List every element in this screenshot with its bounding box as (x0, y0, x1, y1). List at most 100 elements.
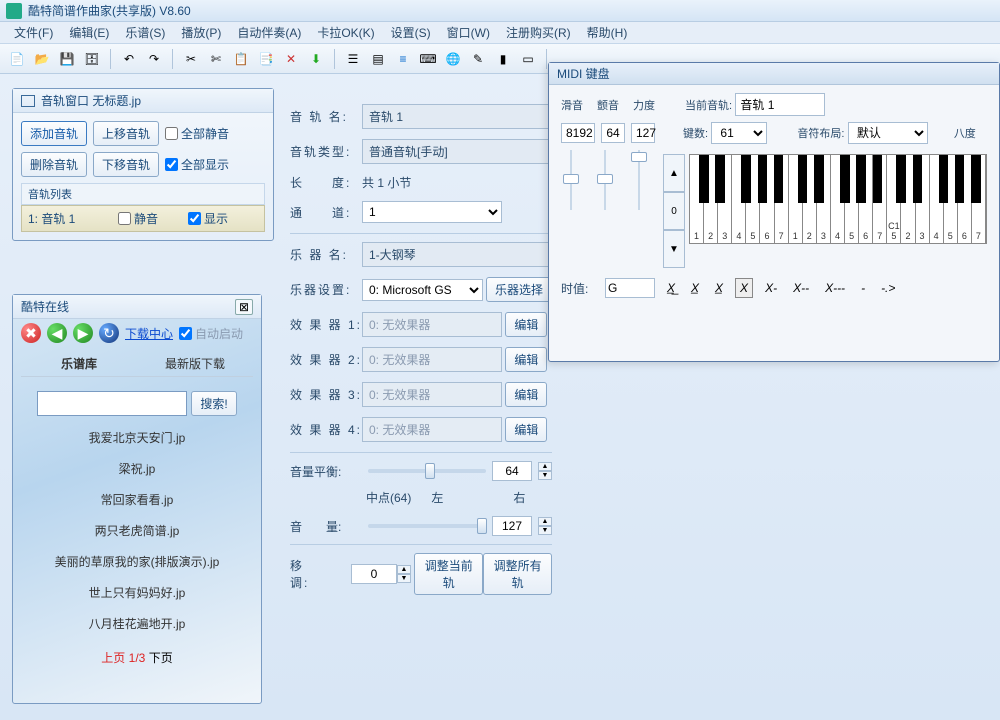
globe-icon[interactable]: 🌐 (442, 48, 464, 70)
undo-icon[interactable]: ↶ (118, 48, 140, 70)
doc-icon[interactable]: ▤ (367, 48, 389, 70)
volume-slider[interactable] (368, 524, 486, 528)
black-key[interactable] (840, 155, 849, 203)
back-icon[interactable]: ◀ (47, 323, 67, 343)
volume-down[interactable]: ▼ (538, 526, 552, 535)
menu-window[interactable]: 窗口(W) (439, 24, 498, 41)
glide-slider[interactable] (561, 150, 581, 210)
cut-icon[interactable]: ✂ (180, 48, 202, 70)
instrument-device-select[interactable]: 0: Microsoft GS (362, 279, 483, 301)
search-button[interactable]: 搜索! (191, 391, 236, 416)
black-key[interactable] (798, 155, 807, 203)
list-item[interactable]: 美丽的草原我的家(排版演示).jp (13, 546, 261, 577)
piano-keyboard[interactable]: 12345671234567C1 5234567 (689, 154, 987, 244)
layout-select[interactable]: 默认 (848, 122, 928, 144)
list-item[interactable]: 常回家看看.jp (13, 484, 261, 515)
delete-track-button[interactable]: 删除音轨 (21, 152, 87, 177)
fx4-edit-button[interactable]: 编辑 (505, 417, 547, 442)
adjust-all-button[interactable]: 调整所有轨 (483, 553, 552, 595)
black-key[interactable] (814, 155, 823, 203)
color-icon[interactable]: ▮ (492, 48, 514, 70)
black-key[interactable] (939, 155, 948, 203)
duration-button[interactable]: -.> (877, 279, 899, 297)
adjust-current-button[interactable]: 调整当前轨 (414, 553, 483, 595)
black-key[interactable] (741, 155, 750, 203)
menu-help[interactable]: 帮助(H) (579, 24, 636, 41)
list-item[interactable]: 八月桂花遍地开.jp (13, 608, 261, 639)
black-key[interactable] (758, 155, 767, 203)
black-key[interactable] (955, 155, 964, 203)
transpose-down[interactable]: ▼ (397, 574, 411, 583)
saveall-icon[interactable]: 🗄 (81, 48, 103, 70)
octave-up-button[interactable]: ▲ (663, 154, 685, 192)
copy-icon[interactable]: ✄ (205, 48, 227, 70)
track-mute-checkbox[interactable]: 静音 (118, 210, 158, 227)
list-item[interactable]: 世上只有妈妈好.jp (13, 577, 261, 608)
pen-icon[interactable]: ✎ (467, 48, 489, 70)
instrument-select-button[interactable]: 乐器选择 (486, 277, 552, 302)
duration-button[interactable]: X̲̲ (663, 279, 679, 297)
black-key[interactable] (715, 155, 724, 203)
volume-value[interactable] (492, 516, 532, 536)
black-key[interactable] (971, 155, 980, 203)
tab-latest[interactable]: 最新版下载 (137, 351, 253, 376)
stop-icon[interactable]: ✖ (21, 323, 41, 343)
black-key[interactable] (699, 155, 708, 203)
redo-icon[interactable]: ↷ (143, 48, 165, 70)
add-track-button[interactable]: 添加音轨 (21, 121, 87, 146)
duration-button[interactable]: - (857, 279, 869, 297)
tab-score-lib[interactable]: 乐谱库 (21, 351, 137, 376)
duration-button[interactable]: X̲ (687, 279, 703, 297)
octave-down-button[interactable]: ▼ (663, 230, 685, 268)
black-key[interactable] (856, 155, 865, 203)
refresh-icon[interactable]: ↻ (99, 323, 119, 343)
close-icon[interactable]: ⊠ (235, 299, 253, 315)
track-name-field[interactable]: 音轨 1 (362, 104, 552, 129)
rect-icon[interactable]: ▭ (517, 48, 539, 70)
paste2-icon[interactable]: 📑 (255, 48, 277, 70)
black-key[interactable] (873, 155, 882, 203)
menu-settings[interactable]: 设置(S) (383, 24, 439, 41)
balance-up[interactable]: ▲ (538, 462, 552, 471)
balance-value[interactable] (492, 461, 532, 481)
list-item[interactable]: 我爱北京天安门.jp (13, 422, 261, 453)
fx2-select[interactable]: 0: 无效果器 (362, 347, 502, 372)
delete-icon[interactable]: ✕ (280, 48, 302, 70)
pager-prev[interactable]: 上页 (101, 651, 125, 665)
duration-button[interactable]: X (735, 278, 753, 298)
search-input[interactable] (37, 391, 187, 416)
move-up-button[interactable]: 上移音轨 (93, 121, 159, 146)
align-left-icon[interactable]: ☰ (342, 48, 364, 70)
balance-down[interactable]: ▼ (538, 471, 552, 480)
fx1-select[interactable]: 0: 无效果器 (362, 312, 502, 337)
list-item[interactable]: 两只老虎简谱.jp (13, 515, 261, 546)
velocity-slider[interactable] (629, 150, 649, 210)
fx4-select[interactable]: 0: 无效果器 (362, 417, 502, 442)
pager-next[interactable]: 下页 (149, 651, 173, 665)
paste-icon[interactable]: 📋 (230, 48, 252, 70)
channel-select[interactable]: 1 (362, 201, 502, 223)
black-key[interactable] (774, 155, 783, 203)
duration-button[interactable]: X-- (789, 279, 813, 297)
all-show-checkbox[interactable]: 全部显示 (165, 156, 229, 173)
black-key[interactable] (896, 155, 905, 203)
duration-button[interactable]: X--- (821, 279, 849, 297)
menu-file[interactable]: 文件(F) (6, 24, 61, 41)
menu-play[interactable]: 播放(P) (173, 24, 229, 41)
open-icon[interactable]: 📂 (31, 48, 53, 70)
track-row[interactable]: 1: 音轨 1 静音 显示 (21, 205, 265, 232)
fx3-edit-button[interactable]: 编辑 (505, 382, 547, 407)
save-icon[interactable]: 💾 (56, 48, 78, 70)
menu-karaoke[interactable]: 卡拉OK(K) (309, 24, 382, 41)
tremolo-slider[interactable] (595, 150, 615, 210)
new-icon[interactable]: 📄 (6, 48, 28, 70)
fx1-edit-button[interactable]: 编辑 (505, 312, 547, 337)
balance-slider[interactable] (368, 469, 486, 473)
menu-edit[interactable]: 编辑(E) (61, 24, 117, 41)
track-show-checkbox[interactable]: 显示 (188, 210, 228, 227)
all-mute-checkbox[interactable]: 全部静音 (165, 125, 229, 142)
list-icon[interactable]: ≡ (392, 48, 414, 70)
keyboard-icon[interactable]: ⌨ (417, 48, 439, 70)
volume-up[interactable]: ▲ (538, 517, 552, 526)
list-item[interactable]: 梁祝.jp (13, 453, 261, 484)
